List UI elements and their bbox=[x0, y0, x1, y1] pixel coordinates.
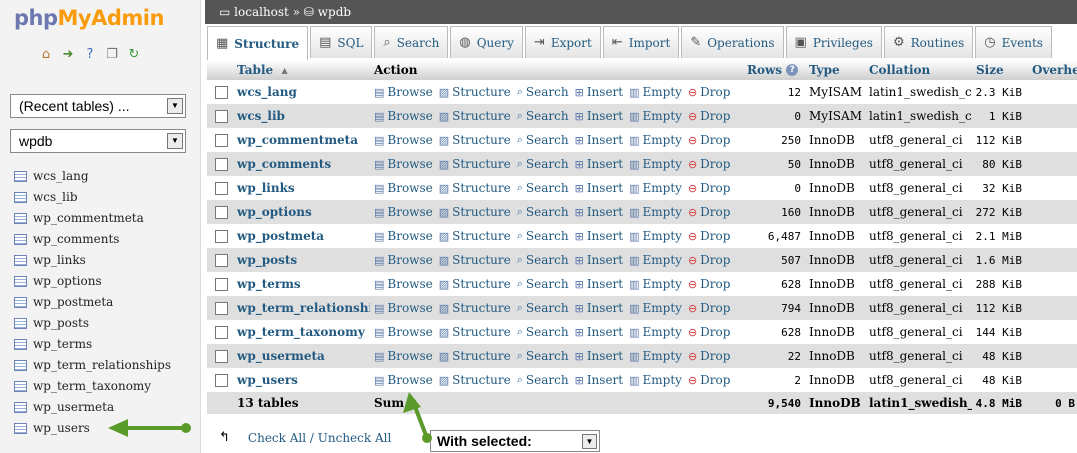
annotation-arrow-up bbox=[403, 392, 432, 443]
annotation-arrows bbox=[108, 392, 432, 443]
annotation-arrow-left bbox=[108, 419, 191, 437]
